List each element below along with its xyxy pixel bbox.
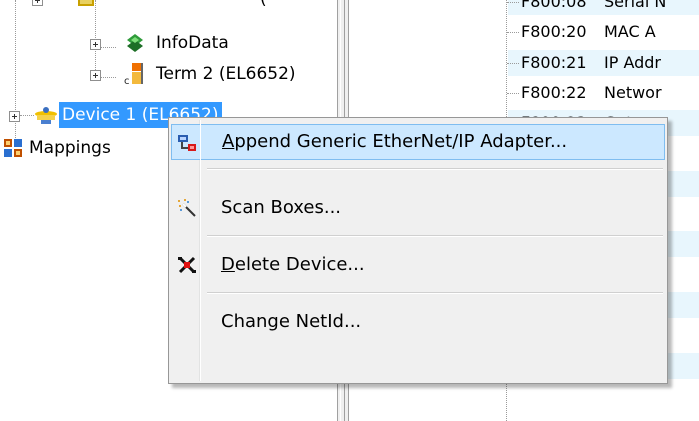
context-menu: Append Generic EtherNet/IP Adapter... Sc… [168, 117, 668, 384]
menu-separator [207, 168, 663, 170]
tree-item-mappings[interactable]: Mappings [2, 135, 172, 161]
menu-item-delete-device-rest: elete Device... [234, 254, 365, 275]
svg-text:c: c [124, 76, 130, 86]
expand-toggle[interactable] [90, 39, 101, 50]
list-row[interactable]: F800:21 IP Addr [360, 49, 699, 76]
tree-item-term2[interactable]: c Term 2 (EL6652) [86, 61, 336, 87]
menu-item-scan-boxes[interactable]: Scan Boxes... [171, 190, 665, 226]
menu-separator [207, 235, 663, 237]
menu-item-append-adapter-rest: ppend Generic EtherNet/IP Adapter... [234, 131, 568, 152]
menu-item-change-netid[interactable]: Change NetId... [171, 304, 665, 340]
list-row-name: IP Addr [604, 52, 662, 72]
tree-item-term2-label: Term 2 (EL6652) [156, 64, 296, 84]
folder-icon [78, 0, 94, 6]
list-row[interactable]: F800:22 Networ [360, 79, 699, 106]
list-row-index: F800:08 [521, 0, 587, 11]
list-row-name: Serial N [604, 0, 667, 11]
menu-item-delete-device-label: Delete Device... [221, 247, 365, 283]
collapse-toggle[interactable] [32, 0, 43, 6]
magic-wand-icon [178, 199, 196, 217]
list-row-name: MAC A [604, 22, 656, 42]
delete-x-icon [178, 256, 196, 274]
tree-line [507, 92, 519, 94]
tree-item-partial-label: ( [260, 0, 267, 12]
terminal-icon: c [124, 63, 143, 86]
mappings-icon [4, 139, 22, 157]
device-icon [35, 107, 57, 124]
mnemonic-a: A [222, 131, 235, 152]
expand-toggle[interactable] [9, 111, 20, 122]
append-adapter-icon [178, 135, 196, 151]
menu-item-change-netid-label: Change NetId... [221, 311, 362, 332]
menu-item-delete-device[interactable]: Delete Device... [171, 247, 665, 283]
list-row-index: F800:21 [521, 52, 587, 72]
tree-item-infodata[interactable]: InfoData [86, 30, 306, 56]
list-row[interactable]: F800:20 MAC A [360, 19, 699, 46]
tree-item-mappings-label: Mappings [29, 138, 111, 158]
expand-toggle[interactable] [90, 70, 101, 81]
menu-separator [207, 292, 663, 294]
menu-item-scan-boxes-label: Scan Boxes... [221, 197, 342, 218]
tree-line [507, 32, 519, 34]
mnemonic-d: D [221, 254, 235, 275]
list-row[interactable]: F800:08 Serial N [360, 0, 699, 15]
list-row-index: F800:22 [521, 82, 587, 102]
tree-line [507, 62, 519, 64]
tree-item-infodata-label: InfoData [156, 33, 229, 53]
menu-item-append-adapter[interactable]: Append Generic EtherNet/IP Adapter... [171, 124, 665, 160]
list-row-index: F800:20 [521, 22, 587, 42]
list-row-name: Networ [604, 82, 662, 102]
menu-item-append-adapter-label: Append Generic EtherNet/IP Adapter... [222, 125, 567, 159]
infodata-icon [127, 34, 143, 52]
tree-line [507, 2, 519, 3]
